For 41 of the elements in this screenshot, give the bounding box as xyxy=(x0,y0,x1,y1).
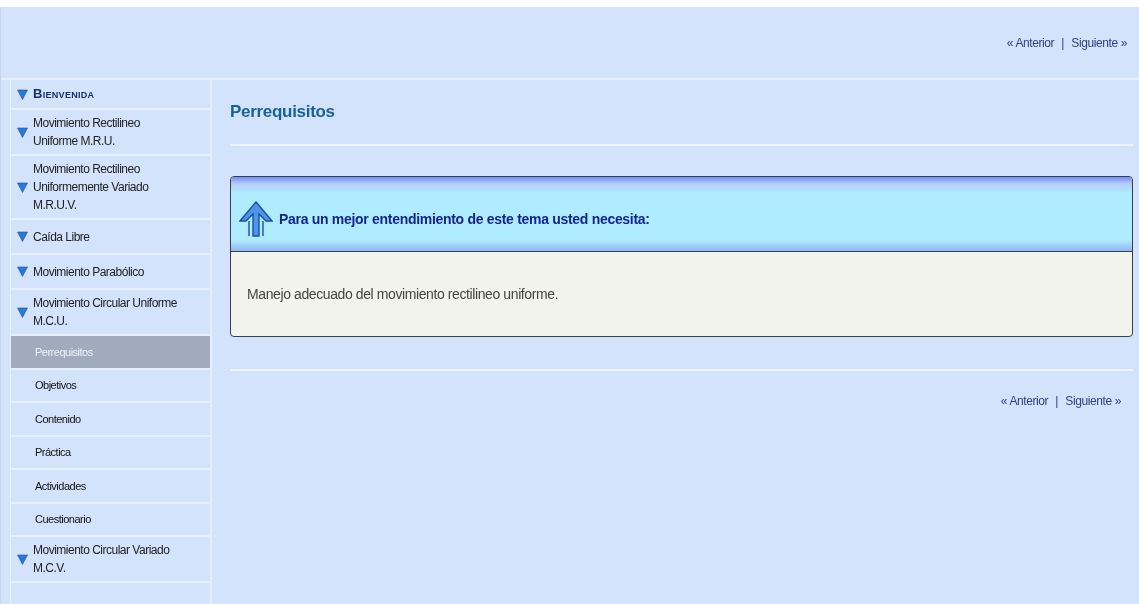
triangle-icon xyxy=(17,306,28,318)
sidebar-item[interactable]: Cuestionario xyxy=(11,503,210,537)
panel-text: Manejo adecuado del movimiento rectilineo uniforme. xyxy=(246,285,560,304)
sidebar-item[interactable]: Caída Libre xyxy=(11,220,210,255)
panel-heading: Para un mejor entendimiento de este tema usted necesita: xyxy=(279,211,650,227)
sidebar-item[interactable]: Práctica xyxy=(11,436,210,470)
triangle-icon xyxy=(17,88,28,100)
sidebar-item[interactable]: Objetivos xyxy=(11,369,210,403)
sidebar-item-label: Perrequisitos xyxy=(35,344,93,360)
triangle-icon xyxy=(17,231,28,242)
sidebar-item-label: Movimiento Circular Uniforme M.C.U. xyxy=(33,295,179,330)
sidebar-item-label: Objetivos xyxy=(35,378,77,394)
triangle-icon xyxy=(17,126,28,138)
sidebar-item-label: Movimiento Circular Variado M.C.V. xyxy=(33,542,171,577)
sidebar-item-label: Bienvenida xyxy=(33,85,95,103)
sidebar-item[interactable]: Contenido xyxy=(11,403,210,437)
previous-link[interactable]: « Anterior xyxy=(1000,394,1049,408)
next-link[interactable]: Siguiente » xyxy=(1065,394,1121,408)
sidebar-item[interactable]: Movimiento Parabólico xyxy=(11,255,210,290)
sidebar-item-label: Contenido xyxy=(35,411,81,427)
previous-link[interactable]: « Anterior xyxy=(1006,35,1055,50)
triangle-icon xyxy=(17,181,28,193)
triangle-icon xyxy=(17,266,28,277)
page-title: Perrequisitos xyxy=(230,80,1133,146)
sidebar-item-label: Movimiento Rectilineo Uniforme M.R.U. xyxy=(33,115,141,150)
arrow-up-icon xyxy=(239,201,273,237)
separator: | xyxy=(1061,35,1065,50)
sidebar-item[interactable]: Actividades xyxy=(11,470,210,504)
sidebar-item-label: Movimiento Rectilineo Uniformemente Variado M.R.U.V. xyxy=(33,161,150,214)
sidebar-item-label: Cuestionario xyxy=(35,512,91,528)
sidebar-item-label: Caída Libre xyxy=(33,228,90,246)
sidebar-item[interactable]: Bienvenida xyxy=(11,80,210,110)
sidebar-item-label: Práctica xyxy=(35,445,71,461)
sidebar-item-label: Movimiento Parabólico xyxy=(33,263,144,281)
sidebar-item[interactable]: Movimiento Rectilineo Uniformemente Variado M.R.U.V. xyxy=(11,156,210,220)
next-link[interactable]: Siguiente » xyxy=(1071,35,1127,50)
sidebar-item-label: Actividades xyxy=(35,478,86,494)
sidebar-item[interactable]: Movimiento Circular Variado M.C.V. xyxy=(11,537,210,583)
sidebar-item[interactable]: Movimiento Rectilineo Uniforme M.R.U. xyxy=(11,110,210,156)
separator: | xyxy=(1055,394,1059,408)
triangle-icon xyxy=(17,553,28,565)
